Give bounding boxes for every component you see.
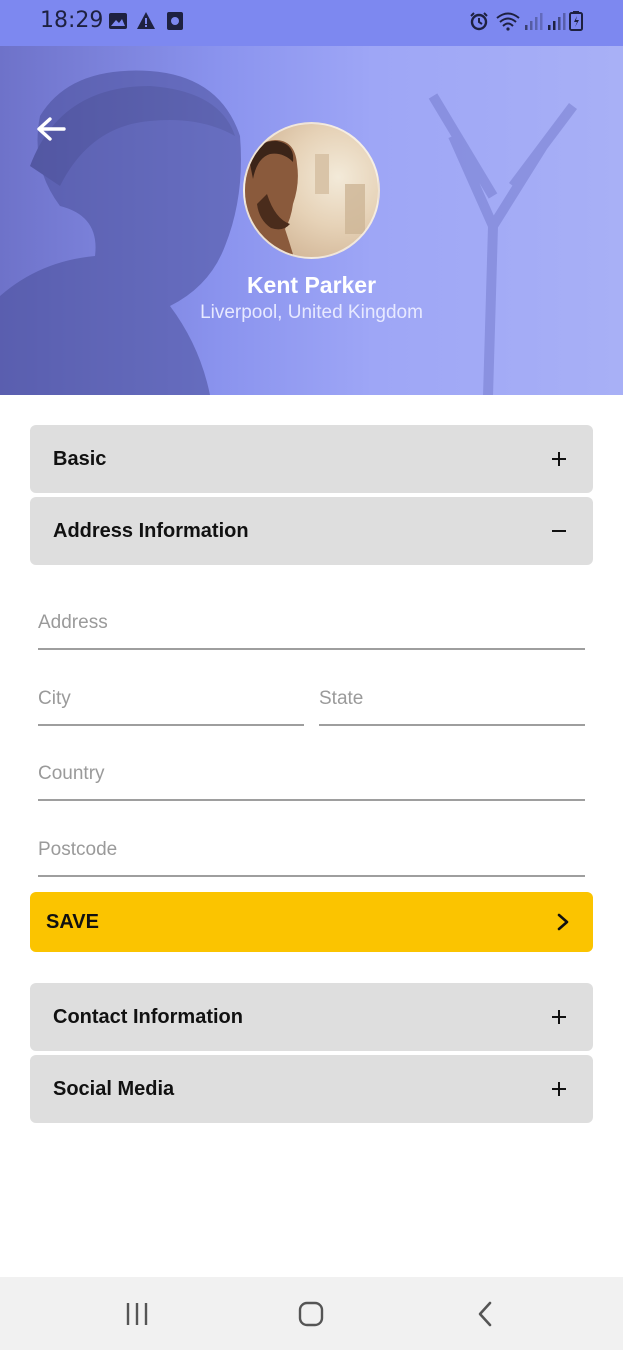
plus-icon[interactable] [551, 445, 567, 473]
image-icon [109, 13, 127, 29]
section-contact[interactable]: Contact Information [30, 983, 593, 1051]
section-basic-label: Basic [53, 448, 107, 470]
section-address-label: Address Information [53, 520, 249, 542]
address-placeholder: Address [38, 612, 108, 633]
section-basic[interactable]: Basic [30, 425, 593, 493]
recent-apps-icon[interactable] [122, 1299, 152, 1329]
section-address[interactable]: Address Information [30, 497, 593, 565]
battery-icon [569, 11, 583, 31]
avatar[interactable] [243, 122, 380, 259]
save-button[interactable]: SAVE [30, 892, 593, 952]
back-arrow-icon[interactable] [34, 114, 68, 144]
state-placeholder: State [319, 688, 364, 709]
profile-header: Kent Parker Liverpool, United Kingdom [0, 46, 623, 395]
wifi-icon [496, 12, 520, 31]
section-social[interactable]: Social Media [30, 1055, 593, 1123]
app-icon [167, 12, 183, 30]
minus-icon[interactable] [551, 517, 567, 545]
country-placeholder: Country [38, 763, 105, 784]
warning-icon [137, 12, 155, 29]
home-icon[interactable] [296, 1299, 326, 1329]
postcode-placeholder: Postcode [38, 839, 118, 860]
city-field[interactable]: City [38, 676, 304, 726]
alarm-icon [470, 12, 488, 31]
signal-icon [548, 13, 566, 30]
signal-icon [525, 13, 543, 30]
back-nav-icon[interactable] [471, 1299, 501, 1329]
plus-icon[interactable] [551, 1075, 567, 1103]
section-social-label: Social Media [53, 1078, 175, 1100]
status-bar: 18:29 [0, 0, 623, 46]
profile-name: Kent Parker [246, 272, 377, 298]
country-field[interactable]: Country [38, 751, 585, 801]
avatar-photo [245, 140, 365, 257]
city-placeholder: City [38, 688, 71, 709]
postcode-field[interactable]: Postcode [38, 827, 585, 877]
chevron-right-icon [557, 913, 569, 931]
section-contact-label: Contact Information [53, 1006, 243, 1028]
address-field[interactable]: Address [38, 600, 585, 650]
system-nav-bar [0, 1277, 623, 1350]
background-tree [428, 93, 577, 395]
plus-icon[interactable] [551, 1003, 567, 1031]
save-button-label: SAVE [46, 911, 99, 933]
status-time: 18:29 [40, 8, 104, 33]
profile-location: Liverpool, United Kingdom [200, 302, 423, 323]
state-field[interactable]: State [319, 676, 585, 726]
